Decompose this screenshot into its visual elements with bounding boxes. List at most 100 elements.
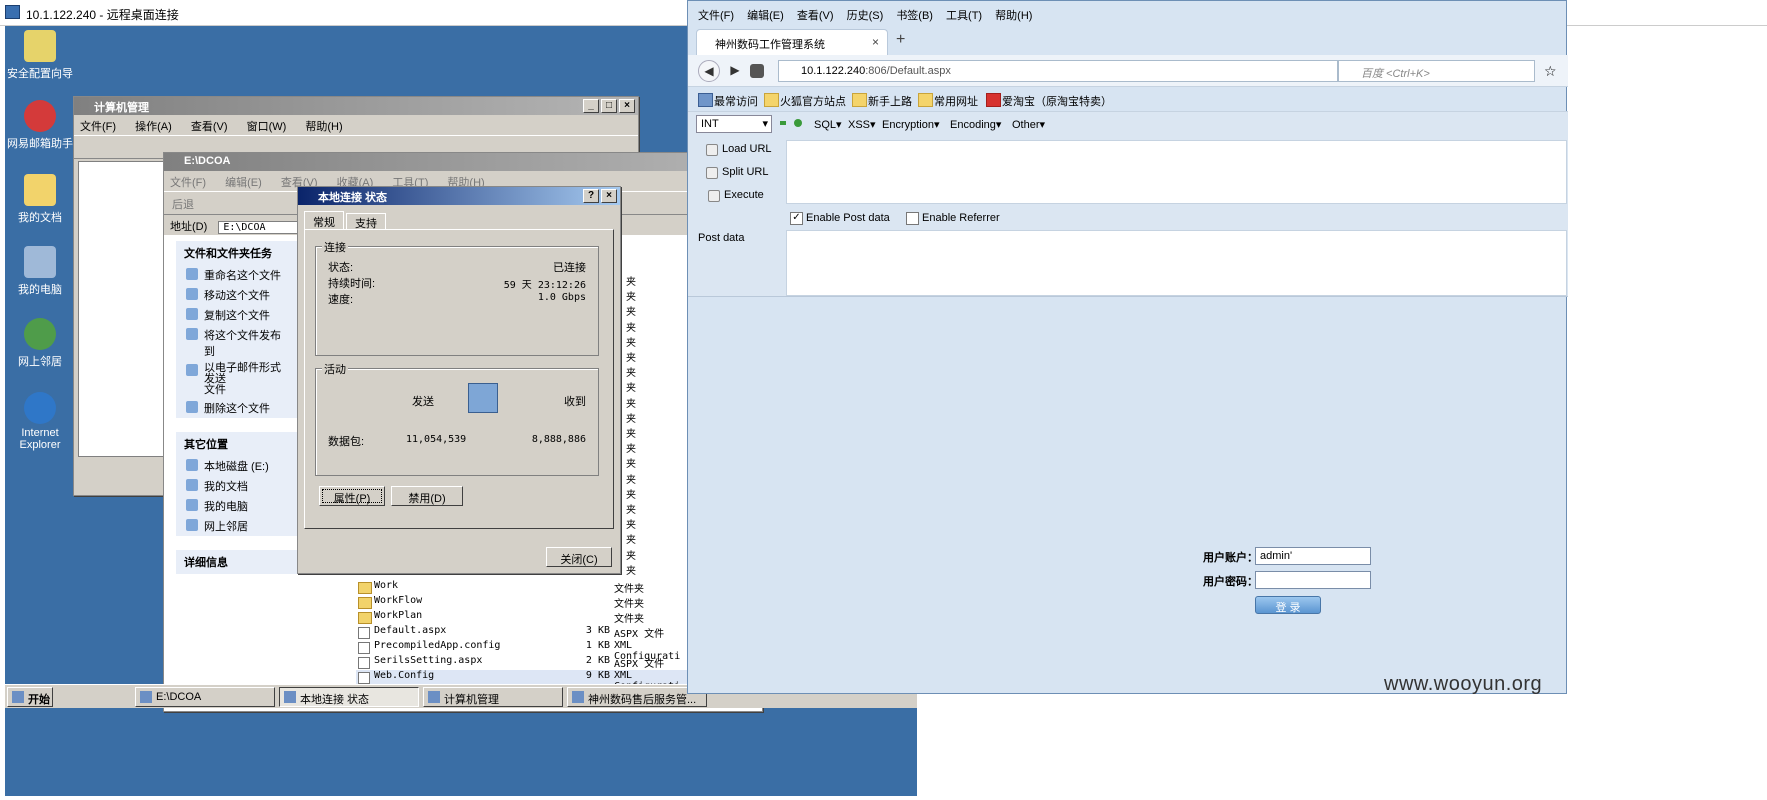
close-tab-icon[interactable]: × <box>872 35 879 49</box>
taskbar-explorer[interactable]: E:\DCOA <box>135 687 275 707</box>
tab-general[interactable]: 常规 <box>304 211 344 229</box>
ff-menu-view[interactable]: 查看(V) <box>797 7 834 23</box>
menu-edit[interactable]: 编辑(E) <box>225 177 262 189</box>
split-url-button[interactable]: Split URL <box>705 166 768 179</box>
file-row-precompiled-config[interactable]: PrecompiledApp.config 1 KB XML Configurati <box>356 640 696 662</box>
ff-menu-tools[interactable]: 工具(T) <box>946 7 982 23</box>
lan-status-dialog: 本地连接 状态 ? × 常规 支持 连接 状态: 已连接 持续时间: 59 天 2… <box>297 186 621 574</box>
menu-help[interactable]: 帮助(H) <box>305 121 342 133</box>
new-tab-button[interactable]: + <box>896 31 905 49</box>
hackbar-other-menu[interactable]: Other▾ <box>1012 118 1045 131</box>
desktop-icon-ie[interactable]: Internet Explorer <box>5 392 75 451</box>
password-label: 用户密码： <box>1203 576 1258 588</box>
hackbar-url-textarea[interactable] <box>786 140 1567 204</box>
task-copy[interactable]: 复制这个文件 <box>176 305 298 325</box>
speed-value: 1.0 Gbps <box>537 292 586 303</box>
explorer-titlebar: E:\DCOA <box>164 153 762 171</box>
password-input[interactable] <box>1255 571 1371 589</box>
maximize-button[interactable]: □ <box>601 99 617 113</box>
place-network[interactable]: 网上邻居 <box>176 516 298 536</box>
task-move[interactable]: 移动这个文件 <box>176 285 298 305</box>
file-row-workplan[interactable]: WorkPlan 文件夹 <box>356 610 696 625</box>
properties-button[interactable]: 属性(P) <box>319 486 385 506</box>
star-bookmark-icon[interactable]: ☆ <box>1544 63 1557 80</box>
bookmark-common-sites[interactable]: 常用网址 <box>916 93 978 109</box>
ff-menu-edit[interactable]: 编辑(E) <box>747 7 784 23</box>
bookmark-aitaobao[interactable]: 爱淘宝（原淘宝特卖） <box>984 93 1112 109</box>
desktop-icon-mail-assistant[interactable]: 网易邮箱助手 <box>5 100 75 151</box>
plus-icon[interactable] <box>794 119 802 127</box>
disable-button[interactable]: 禁用(D) <box>391 486 463 506</box>
load-url-button[interactable]: Load URL <box>706 143 772 156</box>
forward-arrow-icon[interactable]: ▶ <box>724 60 746 82</box>
details-section[interactable]: 详细信息 <box>176 550 298 574</box>
packets-sent: 11,054,539 <box>406 434 467 445</box>
taskbar-compmgmt[interactable]: 计算机管理 <box>423 687 563 707</box>
place-local-disk[interactable]: 本地磁盘 (E:) <box>176 456 298 476</box>
tree-pane[interactable] <box>78 161 168 457</box>
ff-menu-bookmarks[interactable]: 书签(B) <box>896 7 933 23</box>
activity-group: 活动 发送 收到 数据包: 11,054,539 8,888,886 <box>315 361 599 476</box>
task-rename[interactable]: 重命名这个文件 <box>176 265 298 285</box>
ff-menu-help[interactable]: 帮助(H) <box>995 7 1032 23</box>
status-value: 已连接 <box>553 262 586 274</box>
file-row-work[interactable]: Work 文件夹 <box>356 580 696 595</box>
desktop-icon-my-computer[interactable]: 我的电脑 <box>5 246 75 297</box>
file-row-default-aspx[interactable]: Default.aspx 3 KB ASPX 文件 <box>356 625 696 640</box>
hackbar-sql-menu[interactable]: SQL▾ <box>814 118 842 131</box>
minimize-button[interactable]: _ <box>583 99 599 113</box>
taskbar-lan-status[interactable]: 本地连接 状态 <box>279 687 419 707</box>
minus-icon[interactable] <box>780 121 786 125</box>
file-row-serils-aspx[interactable]: SerilsSetting.aspx 2 KB ASPX 文件 <box>356 655 696 670</box>
username-input[interactable]: admin' <box>1255 547 1371 565</box>
enable-post-checkbox[interactable]: Enable Post data <box>790 212 890 225</box>
hackbar-encryption-menu[interactable]: Encryption▾ <box>882 118 940 131</box>
key-icon[interactable] <box>750 64 764 78</box>
bookmark-firefox-official[interactable]: 火狐官方站点 <box>762 93 846 109</box>
search-input[interactable]: 百度 <Ctrl+K> <box>1338 60 1535 82</box>
enable-referrer-checkbox[interactable]: Enable Referrer <box>906 212 1000 225</box>
back-button[interactable]: 后退 <box>172 199 194 211</box>
network-computers-icon <box>468 383 498 413</box>
menu-file[interactable]: 文件(F) <box>80 121 116 133</box>
file-row-web-config[interactable]: Web.Config9 KBXML Configurati <box>356 670 696 692</box>
folder-icon <box>24 174 56 206</box>
hackbar-post-textarea[interactable] <box>786 230 1567 296</box>
tab-panel: 连接 状态: 已连接 持续时间: 59 天 23:12:26 速度: 1.0 G… <box>304 229 614 529</box>
computer-icon <box>24 246 56 278</box>
menu-view[interactable]: 查看(V) <box>191 121 228 133</box>
close-dialog-button[interactable]: 关闭(C) <box>546 547 612 567</box>
task-delete[interactable]: 删除这个文件 <box>176 398 298 418</box>
task-publish[interactable]: 将这个文件发布到 <box>176 325 298 361</box>
taskbar-service-app[interactable]: 神州数码售后服务管... <box>567 687 707 707</box>
bookmark-most-visited[interactable]: 最常访问 <box>696 93 758 109</box>
menu-window[interactable]: 窗口(W) <box>247 121 287 133</box>
desktop-icon-network[interactable]: 网上邻居 <box>5 318 75 369</box>
ff-menu-file[interactable]: 文件(F) <box>698 7 734 23</box>
file-row-workflow[interactable]: WorkFlow 文件夹 <box>356 595 696 610</box>
place-my-computer[interactable]: 我的电脑 <box>176 496 298 516</box>
hackbar-xss-menu[interactable]: XSS▾ <box>848 118 876 131</box>
login-button[interactable]: 登 录 <box>1255 596 1321 614</box>
bookmark-getting-started[interactable]: 新手上路 <box>850 93 912 109</box>
desktop-icon-security-wizard[interactable]: 安全配置向导 <box>5 30 75 81</box>
hackbar-encoding-menu[interactable]: Encoding▾ <box>950 118 1001 131</box>
file-tasks-section: 文件和文件夹任务 重命名这个文件 移动这个文件 复制这个文件 将这个文件发布到 … <box>176 241 298 418</box>
place-my-documents[interactable]: 我的文档 <box>176 476 298 496</box>
ff-menu-history[interactable]: 历史(S) <box>847 7 884 23</box>
start-button[interactable]: 开始 <box>7 687 53 707</box>
task-email[interactable]: 以电子邮件形式发送 文件 <box>176 361 298 398</box>
firefox-window: 文件(F) 编辑(E) 查看(V) 历史(S) 书签(B) 工具(T) 帮助(H… <box>687 0 1568 694</box>
help-button[interactable]: ? <box>583 189 599 203</box>
back-arrow-icon[interactable]: ◀ <box>698 60 720 82</box>
browser-tab[interactable]: 神州数码工作管理系统 × <box>696 29 888 55</box>
url-input[interactable]: 10.1.122.240:806/Default.aspx <box>778 60 1338 82</box>
desktop-icon-my-documents[interactable]: 我的文档 <box>5 174 75 225</box>
menu-file[interactable]: 文件(F) <box>170 177 206 189</box>
menu-action[interactable]: 操作(A) <box>135 121 172 133</box>
tab-support[interactable]: 支持 <box>346 213 386 230</box>
execute-button[interactable]: Execute <box>708 189 764 202</box>
close-button[interactable]: × <box>601 189 617 203</box>
hackbar-type-select[interactable]: INT <box>696 115 772 133</box>
close-button[interactable]: × <box>619 99 635 113</box>
